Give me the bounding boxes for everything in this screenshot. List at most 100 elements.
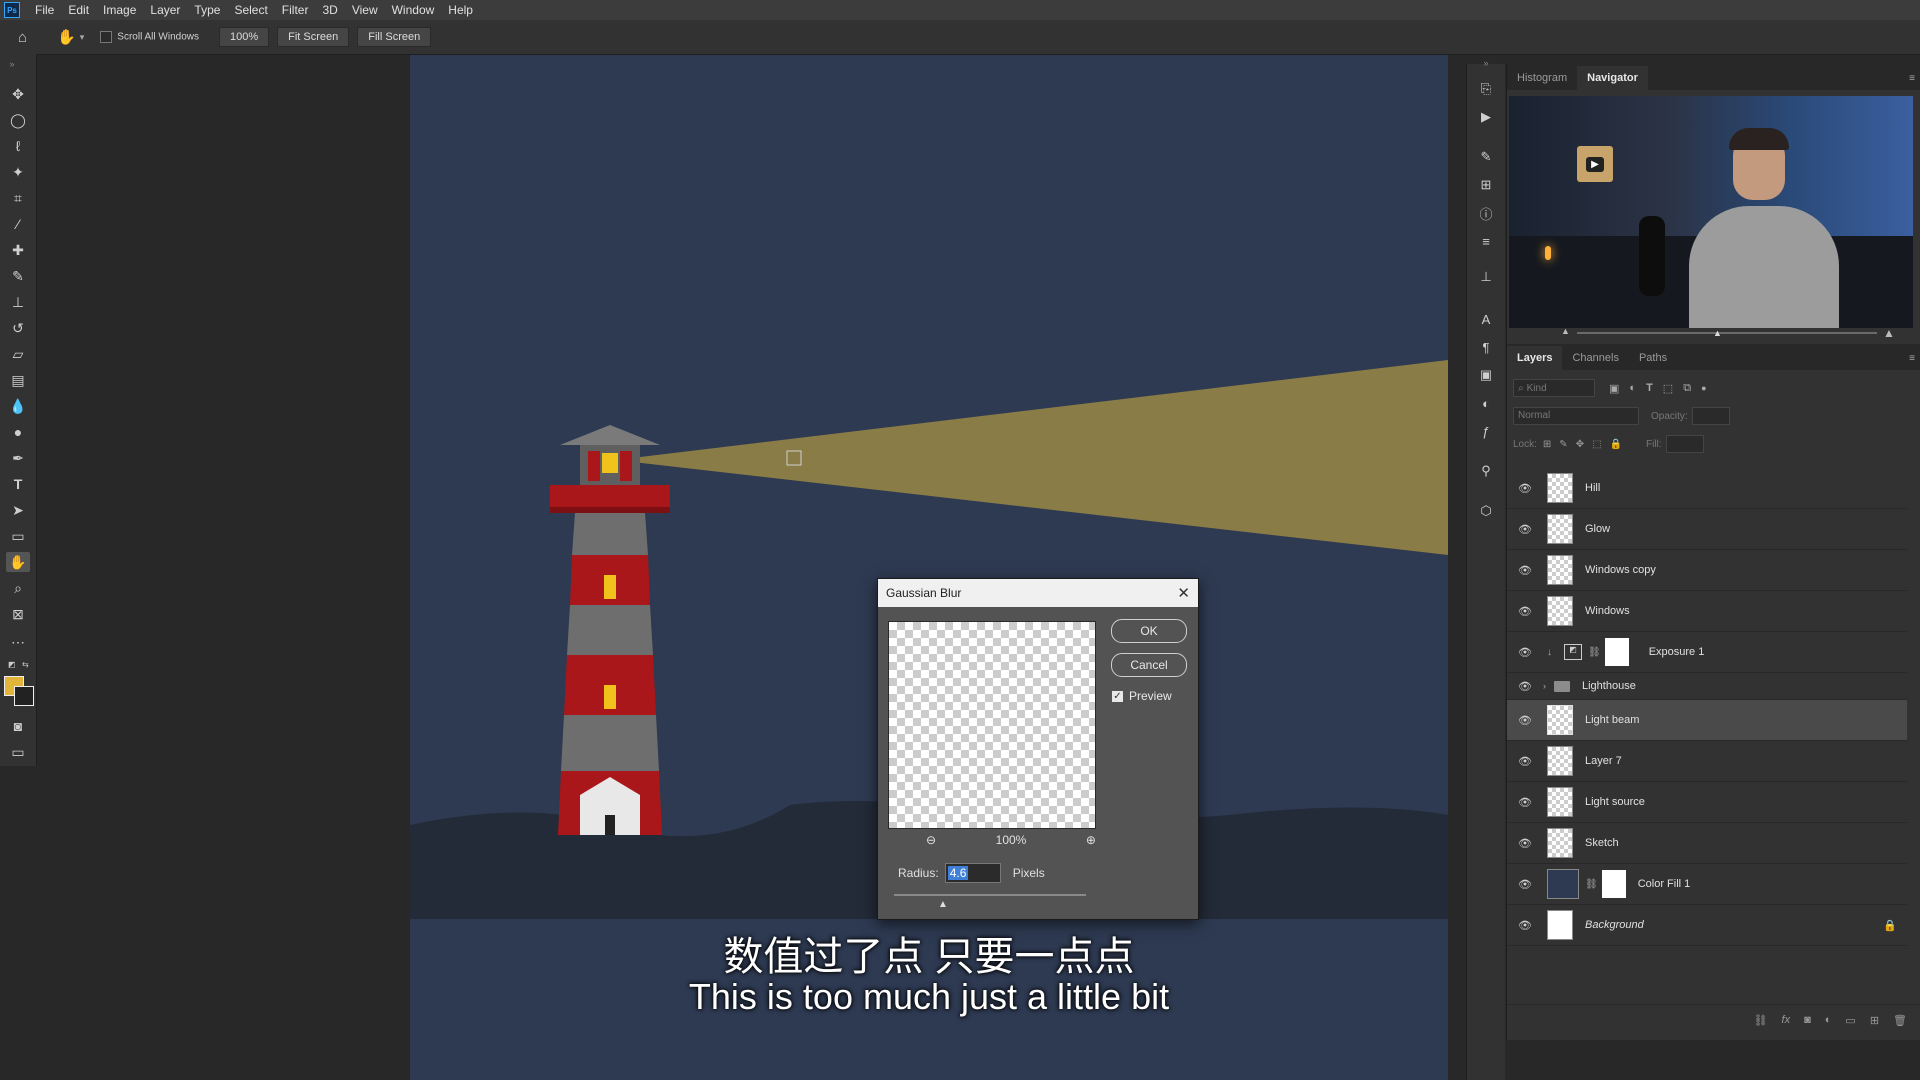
new-adjustment-icon[interactable]: ◐	[1825, 1014, 1832, 1026]
lasso-tool-icon[interactable]: ℓ	[6, 136, 30, 156]
menu-file[interactable]: File	[28, 0, 61, 20]
menu-edit[interactable]: Edit	[61, 0, 96, 20]
eye-icon[interactable]: 👁	[1517, 755, 1533, 768]
eyedropper-tool-icon[interactable]: ⁄	[6, 214, 30, 234]
path-selection-tool-icon[interactable]: ➤	[6, 500, 30, 520]
navigator-zoom-slider[interactable]	[1577, 332, 1877, 334]
fit-screen-button[interactable]: Fit Screen	[277, 27, 350, 47]
dodge-tool-icon[interactable]: ●	[6, 422, 30, 442]
magic-wand-tool-icon[interactable]: ✦	[6, 162, 30, 182]
gradient-tool-icon[interactable]: ▤	[6, 370, 30, 390]
navigator-slider-handle[interactable]: ▲	[1713, 328, 1722, 338]
lock-pixels-icon[interactable]: ✎	[1559, 439, 1567, 450]
properties-icon[interactable]: ⊥	[1476, 268, 1496, 286]
default-colors-icon[interactable]: ◩	[8, 660, 18, 669]
preview-checkbox[interactable]: ✓	[1112, 690, 1123, 702]
menu-window[interactable]: Window	[385, 0, 442, 20]
blend-mode-select[interactable]: Normal	[1513, 407, 1639, 425]
eye-icon[interactable]: 👁	[1517, 878, 1533, 891]
expand-panels-icon[interactable]: »	[1476, 54, 1496, 72]
fx-panel-icon[interactable]: ƒ	[1476, 422, 1496, 440]
eye-icon[interactable]: 👁	[1517, 523, 1533, 536]
tab-layers[interactable]: Layers	[1507, 346, 1563, 370]
menu-select[interactable]: Select	[227, 0, 274, 20]
crop-tool-icon[interactable]: ⌗	[6, 188, 30, 208]
eye-icon[interactable]: 👁	[1517, 646, 1533, 659]
layer-row-lighthouse-group[interactable]: 👁 › Lighthouse	[1507, 673, 1907, 700]
lock-position-icon[interactable]: ✥	[1576, 439, 1584, 450]
fill-screen-button[interactable]: Fill Screen	[357, 27, 432, 47]
brush-settings-icon[interactable]: ✎	[1476, 148, 1496, 166]
ok-button[interactable]: OK	[1111, 619, 1187, 643]
tab-paths[interactable]: Paths	[1629, 346, 1677, 370]
more-tools-icon[interactable]: ⋯	[6, 632, 30, 652]
layer-row-background[interactable]: 👁 Background 🔒	[1507, 905, 1907, 946]
layer-row-layer-7[interactable]: 👁 Layer 7	[1507, 741, 1907, 782]
radius-input[interactable]: 4.6	[944, 863, 1001, 883]
fill-input[interactable]	[1665, 435, 1704, 453]
eye-icon[interactable]: 👁	[1517, 837, 1533, 850]
menu-help[interactable]: Help	[441, 0, 480, 20]
actions-play-icon[interactable]: ▶	[1476, 108, 1496, 126]
marquee-tool-icon[interactable]: ◯	[6, 110, 30, 130]
3d-panel-icon[interactable]: ⬡	[1476, 502, 1496, 520]
zoom-out-icon[interactable]: ⊖	[926, 833, 936, 847]
radius-slider-track[interactable]	[894, 894, 1086, 896]
checkbox-box[interactable]	[100, 31, 113, 43]
type-tool-icon[interactable]: T	[6, 474, 30, 494]
add-mask-icon[interactable]: ◙	[1804, 1014, 1811, 1026]
swap-colors-icon[interactable]: ⇆	[22, 660, 29, 669]
menu-type[interactable]: Type	[187, 0, 227, 20]
layer-row-windows-copy[interactable]: 👁 Windows copy	[1507, 550, 1907, 591]
layer-row-windows[interactable]: 👁 Windows	[1507, 591, 1907, 632]
move-tool-icon[interactable]: ✥	[6, 84, 30, 104]
eye-icon[interactable]: 👁	[1517, 919, 1533, 932]
layer-row-light-source[interactable]: 👁 Light source	[1507, 782, 1907, 823]
eye-icon[interactable]: 👁	[1517, 680, 1533, 693]
layers-panel-menu-icon[interactable]: ≡	[1909, 353, 1915, 364]
frame-tool-icon[interactable]: ⊠	[6, 604, 30, 624]
radius-slider-handle[interactable]: ▲	[938, 899, 948, 910]
layer-mask-thumbnail[interactable]	[1601, 870, 1626, 898]
styles-panel-icon[interactable]: ◐	[1476, 394, 1496, 412]
zoom-100-button[interactable]: 100%	[218, 27, 270, 47]
background-color-swatch[interactable]	[14, 686, 34, 706]
history-panel-icon[interactable]: ⎘	[1476, 80, 1496, 98]
layer-mask-thumbnail[interactable]	[1604, 638, 1629, 666]
lock-icon[interactable]: 🔒	[1883, 919, 1897, 932]
scroll-all-windows-checkbox[interactable]: Scroll All Windows	[100, 31, 199, 43]
blur-preview-area[interactable]	[888, 621, 1096, 829]
stamp-tool-icon[interactable]: ⊥	[6, 292, 30, 312]
brush-tool-icon[interactable]: ✎	[6, 266, 30, 286]
menu-image[interactable]: Image	[96, 0, 143, 20]
menu-3d[interactable]: 3D	[315, 0, 344, 20]
preview-option[interactable]: ✓ Preview	[1112, 689, 1172, 703]
filter-toggle-icon[interactable]: ●	[1701, 383, 1706, 393]
paragraph-panel-icon[interactable]: ¶	[1476, 338, 1496, 356]
learn-panel-icon[interactable]: ⚲	[1476, 462, 1496, 480]
tab-histogram[interactable]: Histogram	[1507, 66, 1577, 90]
new-layer-icon[interactable]: ⊞	[1870, 1014, 1879, 1027]
clone-source-icon[interactable]: ⊞	[1476, 176, 1496, 194]
filter-shape-icon[interactable]: ⬚	[1663, 382, 1673, 395]
layer-row-exposure[interactable]: 👁 ↓ ◩ ⛓ Exposure 1	[1507, 632, 1907, 673]
eye-icon[interactable]: 👁	[1517, 714, 1533, 727]
layer-row-hill[interactable]: 👁 Hill	[1507, 468, 1907, 509]
lock-artboard-icon[interactable]: ⬚	[1592, 439, 1601, 450]
rectangle-tool-icon[interactable]: ▭	[6, 526, 30, 546]
hand-tool-active-icon[interactable]: ✋	[6, 552, 30, 572]
screen-mode-icon[interactable]: ▭	[6, 742, 30, 762]
tab-channels[interactable]: Channels	[1562, 346, 1628, 370]
layer-style-fx-icon[interactable]: fx	[1782, 1014, 1791, 1026]
navigator-zoom-out-icon[interactable]: ▲	[1561, 326, 1570, 336]
character-panel-icon[interactable]: A	[1476, 310, 1496, 328]
navigator-zoom-in-icon[interactable]: ▲	[1883, 326, 1895, 340]
info-icon[interactable]: ⓘ	[1476, 204, 1496, 222]
healing-brush-tool-icon[interactable]: ✚	[6, 240, 30, 260]
link-layers-icon[interactable]: ⛓	[1754, 1014, 1768, 1027]
layer-kind-filter[interactable]: ⌕ Kind	[1513, 379, 1595, 397]
layer-row-color-fill[interactable]: 👁 ⛓ Color Fill 1	[1507, 864, 1907, 905]
tab-navigator[interactable]: Navigator	[1577, 66, 1648, 90]
eye-icon[interactable]: 👁	[1517, 564, 1533, 577]
color-fill-thumbnail[interactable]	[1547, 869, 1579, 899]
